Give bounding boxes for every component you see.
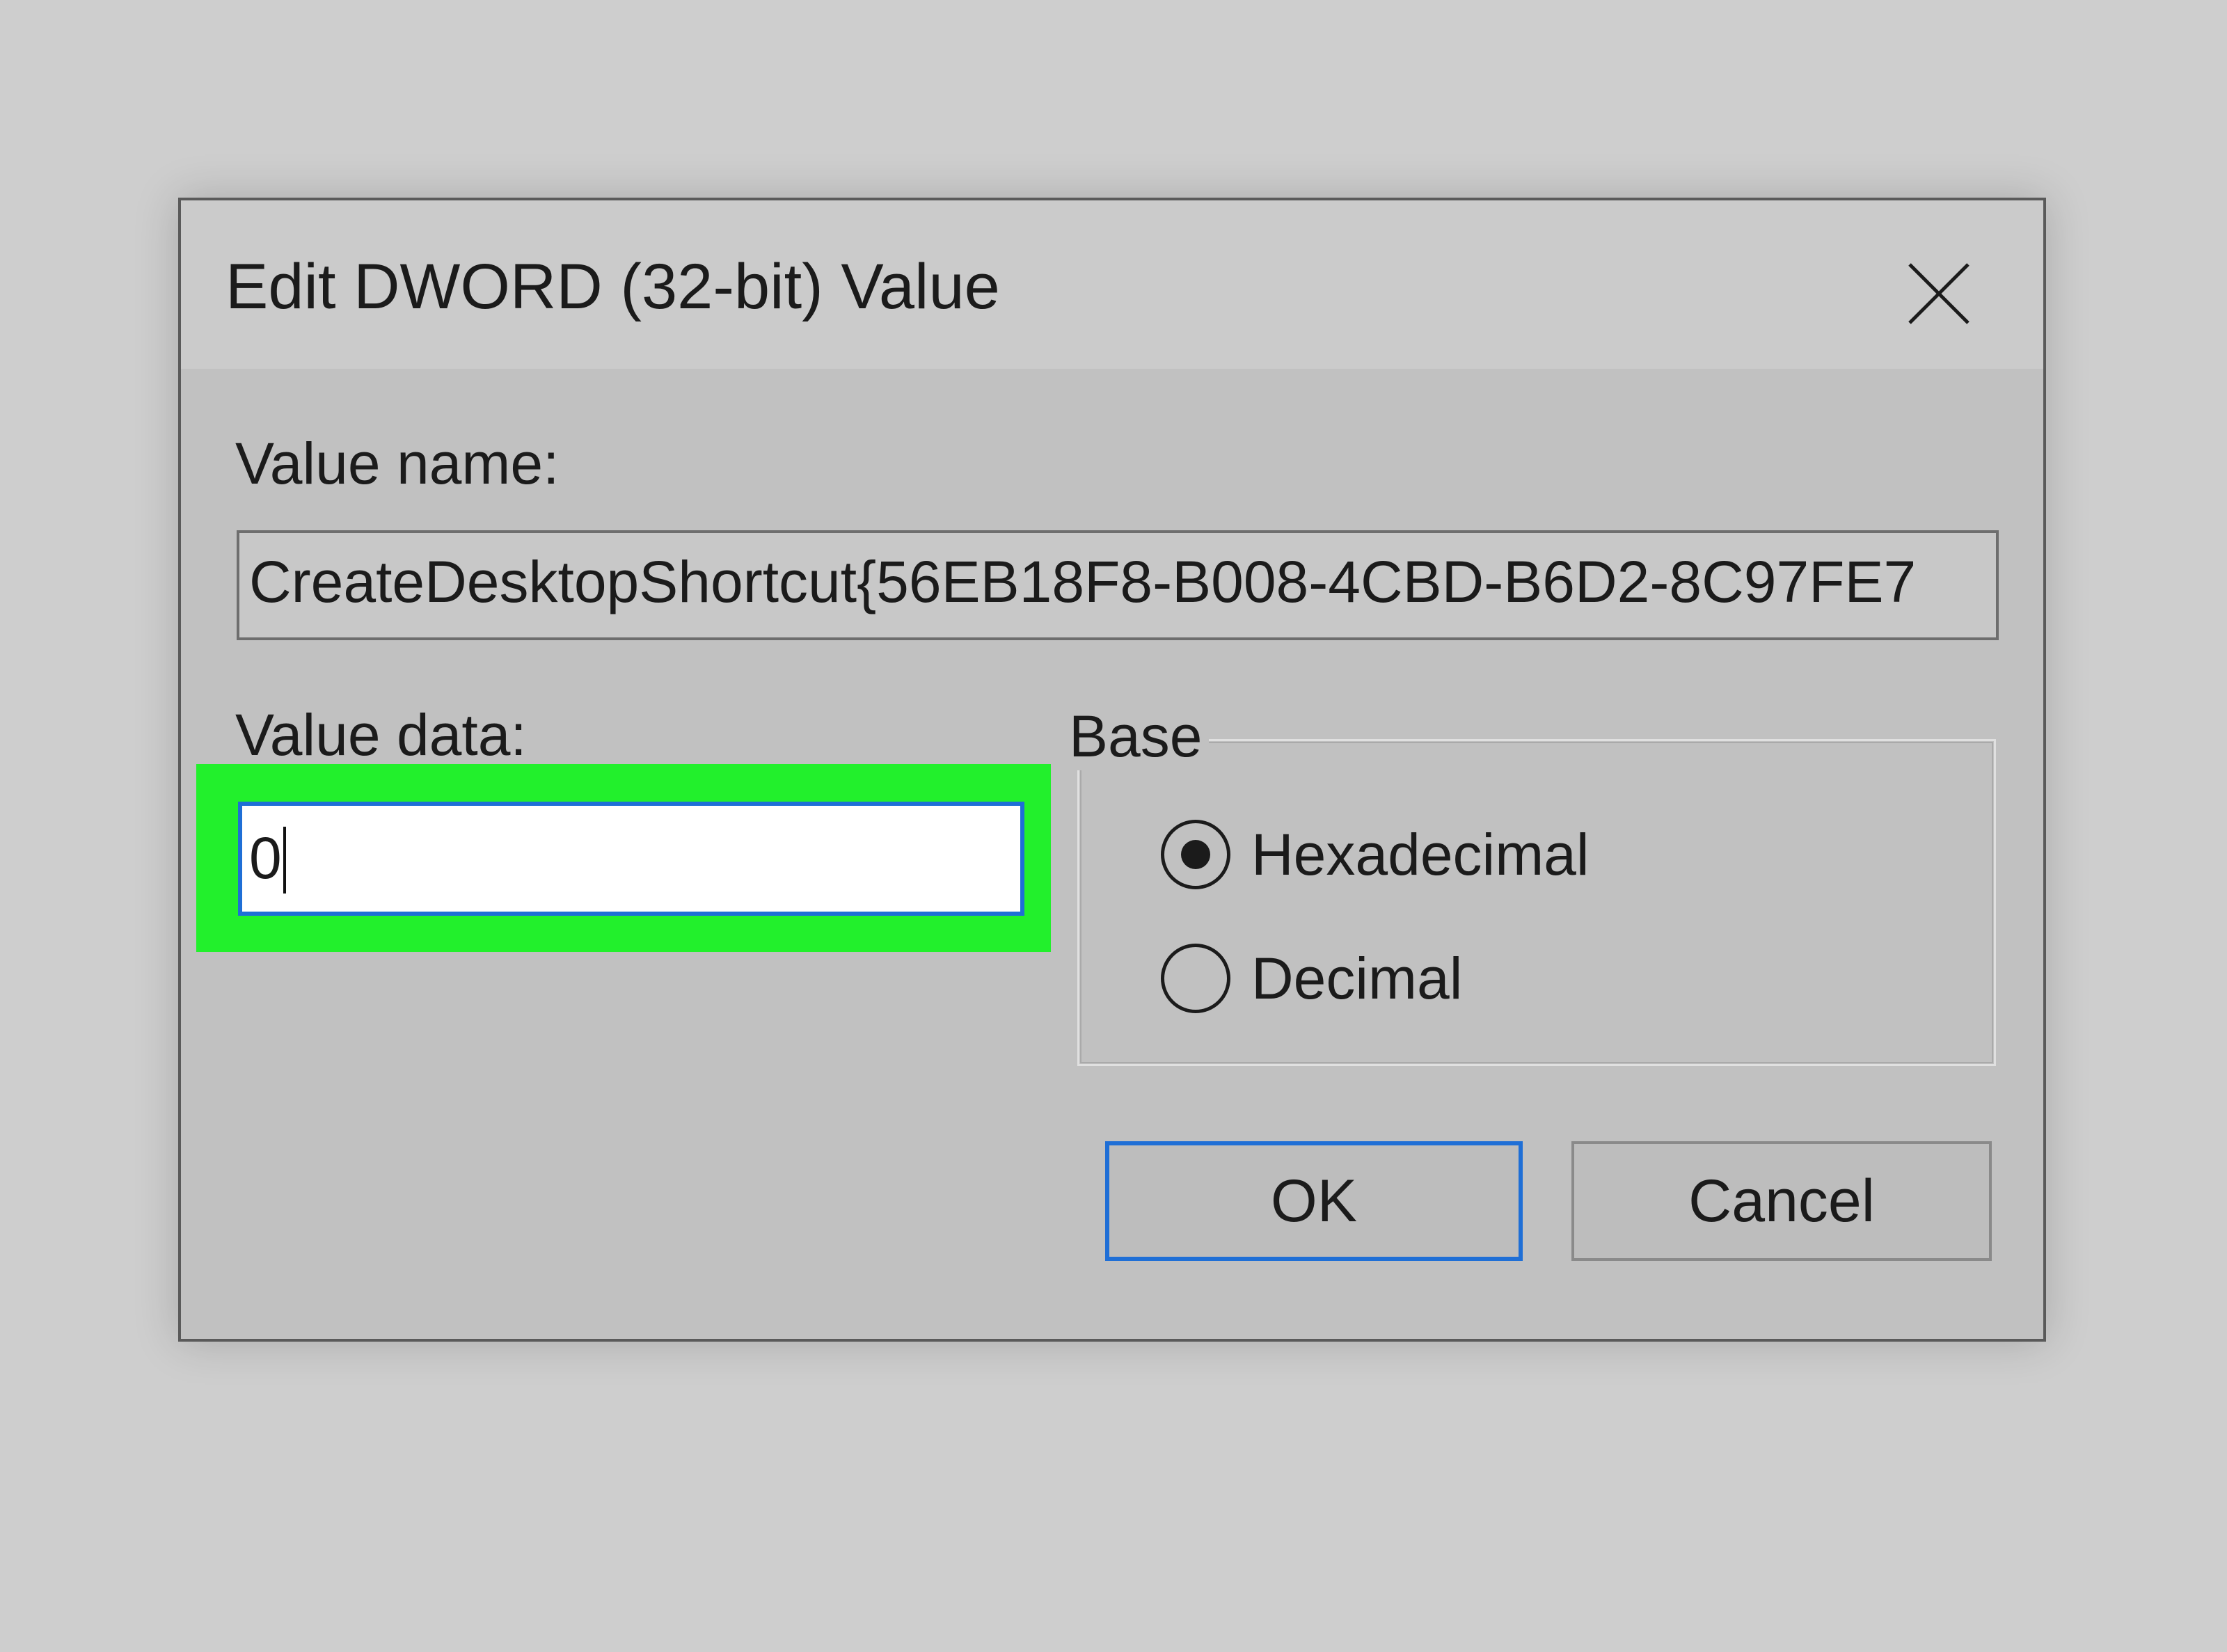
radio-decimal-label: Decimal xyxy=(1251,945,1463,1011)
value-data-label: Value data: xyxy=(235,702,527,768)
dialog-title: Edit DWORD (32-bit) Value xyxy=(225,251,1000,322)
close-button[interactable] xyxy=(1904,259,1974,328)
value-data-text: 0 xyxy=(249,825,282,891)
ok-button[interactable]: OK xyxy=(1105,1141,1523,1261)
close-icon xyxy=(1908,263,1970,324)
radio-button-checked-icon[interactable] xyxy=(1161,820,1230,889)
value-data-input[interactable]: 0 xyxy=(238,802,1024,916)
value-name-field[interactable]: CreateDesktopShortcut{56EB18F8-B008-4CBD… xyxy=(237,530,1999,640)
radio-decimal[interactable]: Decimal xyxy=(1161,937,1462,1020)
edit-dword-dialog: Edit DWORD (32-bit) Value Value name: Cr… xyxy=(178,198,2046,1342)
cancel-button[interactable]: Cancel xyxy=(1571,1141,1992,1261)
dialog-titlebar: Edit DWORD (32-bit) Value xyxy=(181,200,2043,369)
radio-hexadecimal[interactable]: Hexadecimal xyxy=(1161,813,1590,896)
radio-hexadecimal-label: Hexadecimal xyxy=(1251,821,1590,887)
value-name-label: Value name: xyxy=(235,431,560,496)
text-caret xyxy=(283,826,286,893)
base-legend: Base xyxy=(1062,703,1210,770)
radio-button-unchecked-icon[interactable] xyxy=(1161,944,1230,1013)
